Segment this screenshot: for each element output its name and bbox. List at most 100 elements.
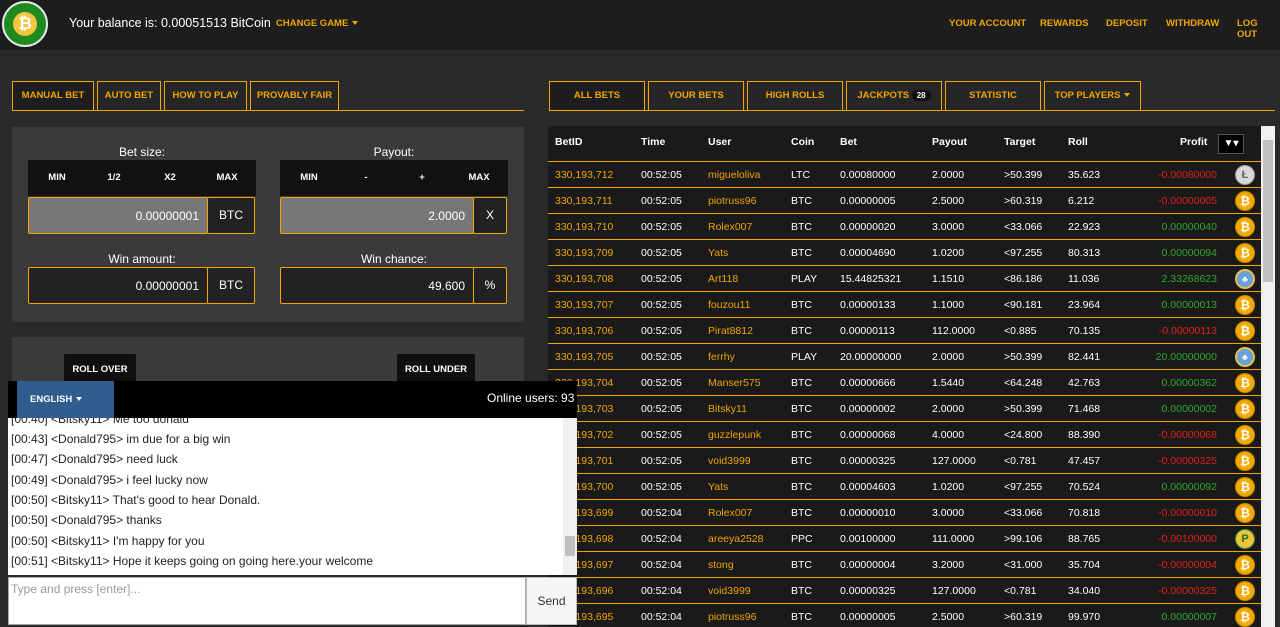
bet-payout: 3.0000 xyxy=(932,221,965,233)
chat-input[interactable]: Type and press [enter]... xyxy=(8,577,526,625)
tab-provably-fair[interactable]: PROVABLY FAIR xyxy=(250,81,339,111)
bet-min-button[interactable]: MIN xyxy=(37,172,77,183)
bet-user[interactable]: void3999 xyxy=(708,455,751,467)
table-row[interactable]: 330,193,699 00:52:04 Rolex007 BTC 0.00000010… xyxy=(548,499,1261,525)
bet-id[interactable]: 330,193,707 xyxy=(555,299,613,311)
bet-coin: BTC xyxy=(791,247,812,259)
tab-high-rolls[interactable]: HIGH ROLLS xyxy=(747,81,843,111)
bet-id[interactable]: 330,193,711 xyxy=(555,195,613,207)
nav-log-out[interactable]: LOG OUT xyxy=(1237,18,1280,40)
table-row[interactable]: 330,193,707 00:52:05 fouzou11 BTC 0.00000133… xyxy=(548,291,1261,317)
table-row[interactable]: 330,193,695 00:52:04 piotruss96 BTC 0.000000… xyxy=(548,603,1261,627)
scroll-thumb[interactable] xyxy=(1263,140,1273,282)
send-button[interactable]: Send xyxy=(526,577,577,625)
table-row[interactable]: 330,193,697 00:52:04 stong BTC 0.00000004 3.2… xyxy=(548,551,1261,577)
bet-double-button[interactable]: X2 xyxy=(150,172,190,183)
table-row[interactable]: 330,193,706 00:52:05 Pirat8812 BTC 0.0000011… xyxy=(548,317,1261,343)
bet-user[interactable]: guzzlepunk xyxy=(708,429,761,441)
payout-max-button[interactable]: MAX xyxy=(459,172,499,183)
tab-auto-bet[interactable]: AUTO BET xyxy=(97,81,161,111)
nav-rewards[interactable]: REWARDS xyxy=(1040,18,1089,29)
tab-how-to-play[interactable]: HOW TO PLAY xyxy=(164,81,247,111)
table-row[interactable]: 330,193,702 00:52:05 guzzlepunk BTC 0.000000… xyxy=(548,421,1261,447)
bet-max-button[interactable]: MAX xyxy=(207,172,247,183)
bet-user[interactable]: Manser575 xyxy=(708,377,761,389)
tab-top-players[interactable]: TOP PLAYERS xyxy=(1044,81,1141,111)
payout-buttons: MIN - + MAX xyxy=(280,160,508,196)
tab-jackpots[interactable]: JACKPOTS 28 xyxy=(846,81,942,111)
bet-profit: -0.00000325 xyxy=(1158,455,1217,467)
col-target: Target xyxy=(1004,136,1036,148)
bet-user[interactable]: fouzou11 xyxy=(708,299,750,311)
bet-target: >60.319 xyxy=(1004,195,1043,207)
bet-user[interactable]: piotruss96 xyxy=(708,611,756,623)
bet-roll: 35.623 xyxy=(1068,169,1101,181)
win-amount-input[interactable]: 0.00000001 xyxy=(28,267,208,304)
bet-user[interactable]: ferrhy xyxy=(708,351,735,363)
bet-amount: 0.00000004 xyxy=(840,559,896,571)
tab-your-bets[interactable]: YOUR BETS xyxy=(648,81,744,111)
bet-amount: 0.00004603 xyxy=(840,481,896,493)
chat-message: [00:50] <Donald795> thanks xyxy=(11,513,162,527)
bet-user[interactable]: void3999 xyxy=(708,585,751,597)
bet-user[interactable]: stong xyxy=(708,559,734,571)
table-row[interactable]: 330,193,710 00:52:05 Rolex007 BTC 0.00000020… xyxy=(548,213,1261,239)
tab-statistic[interactable]: STATISTIC xyxy=(945,81,1041,111)
payout-decrease-button[interactable]: - xyxy=(346,172,386,183)
bet-amount: 0.00000325 xyxy=(840,585,896,597)
table-row[interactable]: 330,193,700 00:52:05 Yats BTC 0.00004603 1.02… xyxy=(548,473,1261,499)
table-row[interactable]: 330,193,701 00:52:05 void3999 BTC 0.00000325… xyxy=(548,447,1261,473)
bet-target: <64.248 xyxy=(1004,377,1043,389)
language-selector[interactable]: ENGLISH xyxy=(17,381,114,418)
table-row[interactable]: 330,193,696 00:52:04 void3999 BTC 0.00000325… xyxy=(548,577,1261,603)
tab-all-bets[interactable]: ALL BETS xyxy=(549,81,645,111)
win-chance-input[interactable]: 49.600 xyxy=(280,267,474,304)
bet-user[interactable]: Rolex007 xyxy=(708,507,752,519)
bet-id[interactable]: 330,193,706 xyxy=(555,325,613,337)
table-row[interactable]: 330,193,709 00:52:05 Yats BTC 0.00004690 1.02… xyxy=(548,239,1261,265)
bet-user[interactable]: Art118 xyxy=(708,273,738,285)
bets-scrollbar[interactable] xyxy=(1261,126,1275,627)
table-row[interactable]: 330,193,711 00:52:05 piotruss96 BTC 0.000000… xyxy=(548,187,1261,213)
table-row[interactable]: 330,193,708 00:52:05 Art118 PLAY 15.44825321… xyxy=(548,265,1261,291)
bet-id[interactable]: 330,193,712 xyxy=(555,169,613,181)
bet-id[interactable]: 330,193,705 xyxy=(555,351,613,363)
bet-user[interactable]: Yats xyxy=(708,481,728,493)
nav-deposit[interactable]: DEPOSIT xyxy=(1106,18,1148,29)
bet-id[interactable]: 330,193,709 xyxy=(555,247,613,259)
payout-input[interactable]: 2.0000 xyxy=(280,197,474,234)
bet-payout: 4.0000 xyxy=(932,429,965,441)
scroll-thumb[interactable] xyxy=(565,536,575,556)
bet-size-input[interactable]: 0.00000001 xyxy=(28,197,208,234)
bet-time: 00:52:05 xyxy=(641,221,682,233)
table-row[interactable]: 330,193,712 00:52:05 migueloliva LTC 0.00080… xyxy=(548,161,1261,187)
payout-increase-button[interactable]: + xyxy=(402,172,442,183)
bet-payout: 112.0000 xyxy=(932,325,976,337)
bet-id[interactable]: 330,193,708 xyxy=(555,273,613,285)
bet-half-button[interactable]: 1/2 xyxy=(94,172,134,183)
tab-manual-bet[interactable]: MANUAL BET xyxy=(12,81,94,111)
nav-withdraw[interactable]: WITHDRAW xyxy=(1166,18,1219,29)
table-row[interactable]: 330,193,703 00:52:05 Bitsky11 BTC 0.00000002… xyxy=(548,395,1261,421)
bet-time: 00:52:05 xyxy=(641,351,682,363)
change-game-menu[interactable]: CHANGE GAME xyxy=(276,18,359,29)
filter-button[interactable]: ▼▾ xyxy=(1218,134,1244,154)
bet-id[interactable]: 330,193,710 xyxy=(555,221,613,233)
nav-your-account[interactable]: YOUR ACCOUNT xyxy=(949,18,1026,29)
bet-user[interactable]: migueloliva xyxy=(708,169,761,181)
bet-user[interactable]: Bitsky11 xyxy=(708,403,747,415)
bet-user[interactable]: Yats xyxy=(708,247,728,259)
table-row[interactable]: 330,193,704 00:52:05 Manser575 BTC 0.0000066… xyxy=(548,369,1261,395)
table-row[interactable]: 330,193,698 00:52:04 areeya2528 PPC 0.001000… xyxy=(548,525,1261,551)
chat-scrollbar[interactable] xyxy=(563,418,577,575)
bet-user[interactable]: areeya2528 xyxy=(708,533,763,545)
bet-user[interactable]: Rolex007 xyxy=(708,221,752,233)
top-bar: ₿ Your balance is: 0.00051513 BitCoin CH… xyxy=(0,0,1280,50)
payout-min-button[interactable]: MIN xyxy=(289,172,329,183)
btc-coin-icon: ₿ xyxy=(1235,451,1255,471)
logo[interactable]: ₿ xyxy=(2,1,48,47)
bet-target: >50.399 xyxy=(1004,169,1043,181)
bet-user[interactable]: Pirat8812 xyxy=(708,325,753,337)
bet-user[interactable]: piotruss96 xyxy=(708,195,756,207)
table-row[interactable]: 330,193,705 00:52:05 ferrhy PLAY 20.00000000… xyxy=(548,343,1261,369)
